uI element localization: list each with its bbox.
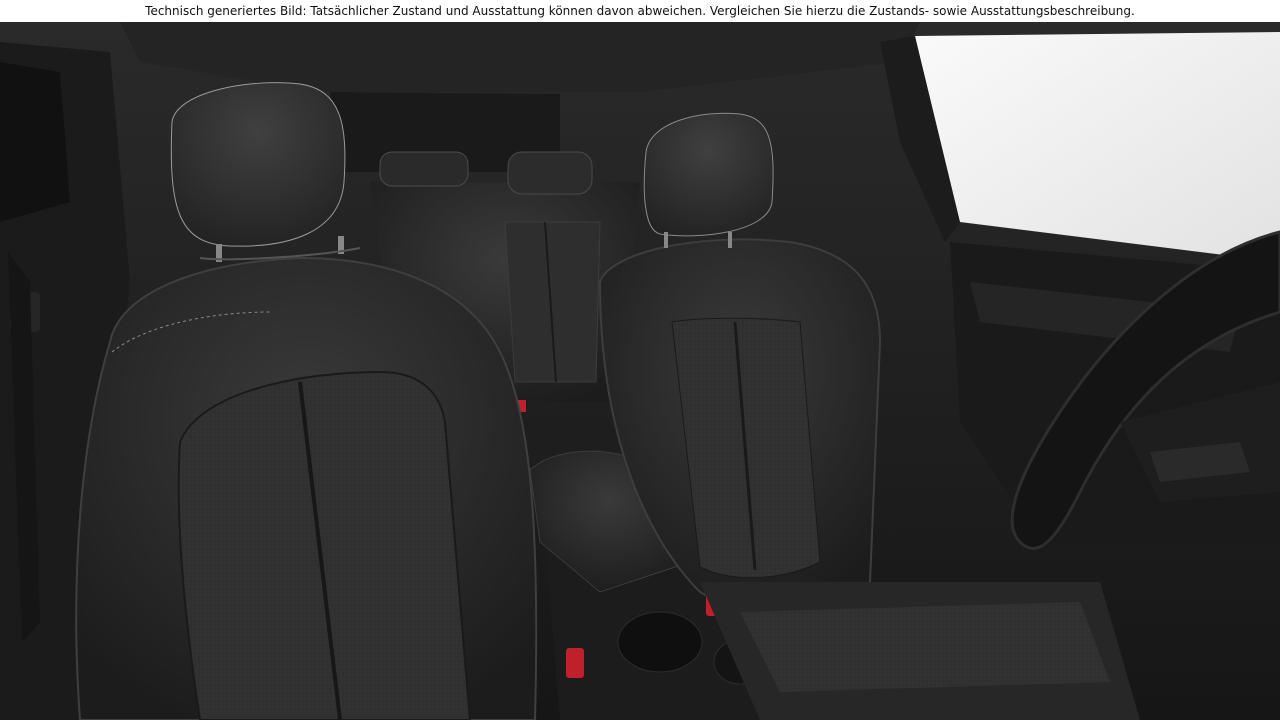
car-interior-image (0, 22, 1280, 720)
seatbelt-buckle-icon (566, 648, 584, 678)
cup-holder (617, 611, 703, 673)
headrest-left (170, 82, 346, 247)
headrest-right (643, 112, 774, 237)
rear-headrest-left (379, 151, 469, 187)
rear-headrest-center (507, 151, 593, 195)
disclaimer-text: Technisch generiertes Bild: Tatsächliche… (0, 0, 1280, 22)
